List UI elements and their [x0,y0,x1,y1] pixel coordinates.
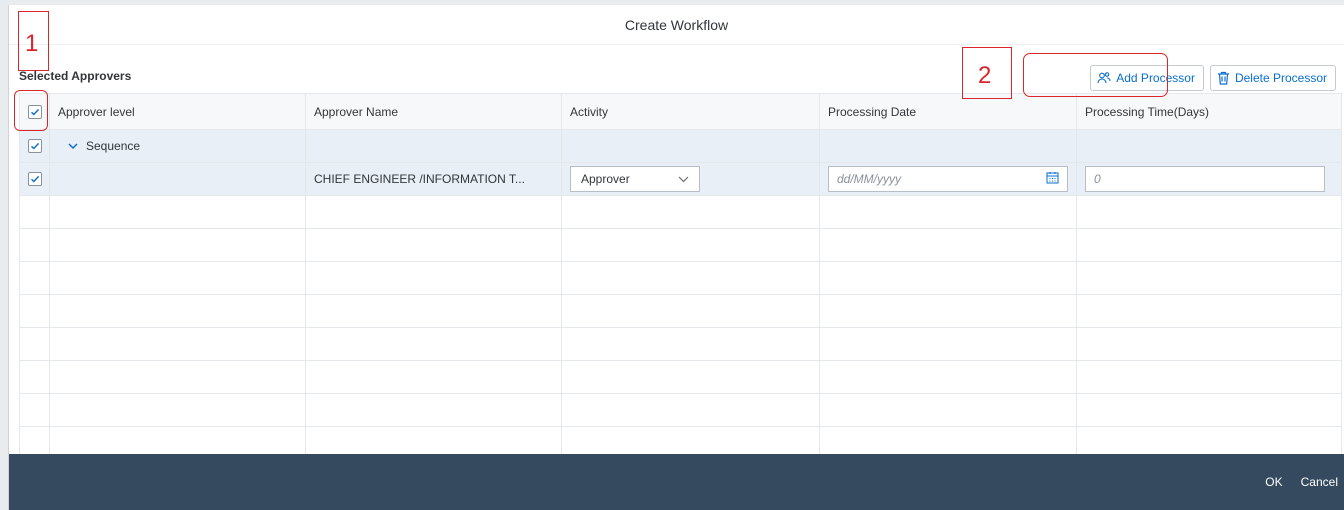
table-cell [561,195,820,229]
empty-row [19,261,1342,295]
sequence-cell: Sequence [49,129,306,163]
table-cell [819,327,1077,361]
table-cell [49,261,306,295]
table-cell [19,393,50,427]
processing-date-input[interactable]: dd/MM/yyyy [828,166,1068,192]
row-checkbox[interactable] [28,172,42,187]
table-cell [561,228,820,262]
table-cell [305,129,562,163]
approver-name-cell: CHIEF ENGINEER /INFORMATION T... [305,162,562,196]
table-cell [49,294,306,328]
table-cell [819,195,1077,229]
processing-time-cell: 0 [1076,162,1342,196]
dialog-footer: OK Cancel [9,454,1344,510]
empty-row [19,360,1342,394]
table-cell [561,294,820,328]
row-select-cell [19,162,50,196]
chevron-down-icon[interactable] [68,139,78,153]
table-cell [19,294,50,328]
table-cell [819,228,1077,262]
annotation-box-checkbox [14,90,48,131]
column-header-processing-time[interactable]: Processing Time(Days) [1076,93,1342,130]
table-cell [561,261,820,295]
date-placeholder: dd/MM/yyyy [837,172,902,186]
column-header-approver-name[interactable]: Approver Name [305,93,562,130]
empty-row [19,228,1342,262]
table-cell [305,393,562,427]
table-cell [1076,195,1342,229]
table-cell [819,261,1077,295]
approvers-table: Approver level Approver Name Activity Pr… [19,93,1342,460]
delete-processor-button[interactable]: Delete Processor [1209,65,1336,91]
table-cell [1076,228,1342,262]
dialog-header: Create Workflow [9,5,1344,45]
approver-level-cell [49,162,306,196]
table-header-row: Approver level Approver Name Activity Pr… [19,93,1342,130]
annotation-box-add-processor [1023,53,1168,97]
activity-select[interactable]: Approver [570,166,700,192]
activity-cell: Approver [561,162,820,196]
dialog-title: Create Workflow [624,17,729,33]
time-placeholder: 0 [1094,172,1101,186]
approver-row[interactable]: CHIEF ENGINEER /INFORMATION T... Approve… [19,162,1342,196]
annotation-number-1: 1 [25,30,39,57]
table-cell [1076,360,1342,394]
empty-row [19,327,1342,361]
table-cell [561,129,820,163]
empty-row [19,294,1342,328]
table-cell [19,195,50,229]
ok-button[interactable]: OK [1265,475,1282,489]
column-header-activity[interactable]: Activity [561,93,820,130]
table-cell [819,129,1077,163]
calendar-icon[interactable] [1046,171,1059,187]
empty-row [19,195,1342,229]
table-cell [49,393,306,427]
row-select-cell [19,129,50,163]
table-cell [819,294,1077,328]
processing-date-cell: dd/MM/yyyy [819,162,1077,196]
empty-row [19,393,1342,427]
trash-icon [1217,71,1230,85]
cancel-button[interactable]: Cancel [1301,475,1338,489]
processing-time-input[interactable]: 0 [1085,166,1325,192]
section-title: Selected Approvers [19,69,132,83]
activity-select-value: Approver [581,172,630,186]
table-cell [1076,129,1342,163]
table-cell [305,294,562,328]
table-cell [305,360,562,394]
table-cell [819,393,1077,427]
table-cell [19,261,50,295]
sequence-label: Sequence [86,139,141,153]
annotation-number-2: 2 [978,62,992,89]
row-checkbox[interactable] [28,139,42,154]
chevron-down-icon [678,172,689,186]
column-header-processing-date[interactable]: Processing Date [819,93,1077,130]
table-cell [19,327,50,361]
table-cell [561,393,820,427]
table-cell [1076,393,1342,427]
delete-processor-label: Delete Processor [1234,71,1327,85]
table-cell [1076,327,1342,361]
sequence-row[interactable]: Sequence [19,129,1342,163]
table-cell [819,360,1077,394]
table-cell [305,261,562,295]
table-cell [49,327,306,361]
table-cell [19,228,50,262]
table-cell [305,327,562,361]
table-cell [49,360,306,394]
table-cell [49,228,306,262]
table-cell [49,195,306,229]
table-cell [561,360,820,394]
table-cell [1076,294,1342,328]
table-cell [1076,261,1342,295]
table-cell [561,327,820,361]
table-cell [305,195,562,229]
table-cell [19,360,50,394]
column-header-approver-level[interactable]: Approver level [49,93,306,130]
table-cell [305,228,562,262]
